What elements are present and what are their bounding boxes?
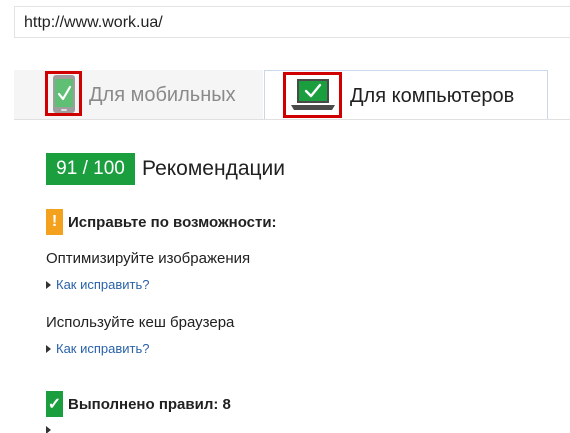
- expand-triangle-icon: [46, 344, 51, 353]
- address-bar-url[interactable]: http://www.work.ua/: [24, 14, 163, 32]
- tab-mobile-label: Для мобильных: [89, 84, 236, 106]
- warning-icon: !: [46, 209, 63, 235]
- device-tabs: Для мобильных Для компьютеров: [0, 70, 570, 120]
- rule-item: Используйте кеш браузера: [46, 314, 235, 331]
- tab-mobile[interactable]: Для мобильных: [14, 70, 263, 120]
- warnings-title: Исправьте по возможности:: [68, 214, 277, 231]
- passed-rules-title: Выполнено правил: 8: [68, 396, 231, 413]
- how-to-fix-link-text[interactable]: Как исправить?: [56, 277, 150, 292]
- expand-triangle-icon: [46, 280, 51, 289]
- score-badge: 91 / 100: [46, 153, 135, 185]
- how-to-fix-link[interactable]: Как исправить?: [46, 341, 150, 356]
- how-to-fix-link-text[interactable]: Как исправить?: [56, 341, 150, 356]
- tab-desktop[interactable]: Для компьютеров: [264, 70, 548, 120]
- expand-triangle-icon: [46, 426, 51, 433]
- address-bar[interactable]: http://www.work.ua/: [14, 6, 570, 38]
- mobile-phone-check-icon: [53, 75, 75, 113]
- passed-check-icon: ✓: [46, 391, 63, 417]
- tab-desktop-label: Для компьютеров: [350, 85, 515, 107]
- tab-divider: [14, 119, 570, 120]
- rule-item: Оптимизируйте изображения: [46, 250, 251, 267]
- score-label: Рекомендации: [142, 157, 286, 180]
- passed-rules-details-link[interactable]: [46, 426, 56, 433]
- page: http://www.work.ua/ Для мобильных Для ко…: [0, 0, 570, 433]
- how-to-fix-link[interactable]: Как исправить?: [46, 277, 150, 292]
- laptop-check-icon: [291, 79, 335, 110]
